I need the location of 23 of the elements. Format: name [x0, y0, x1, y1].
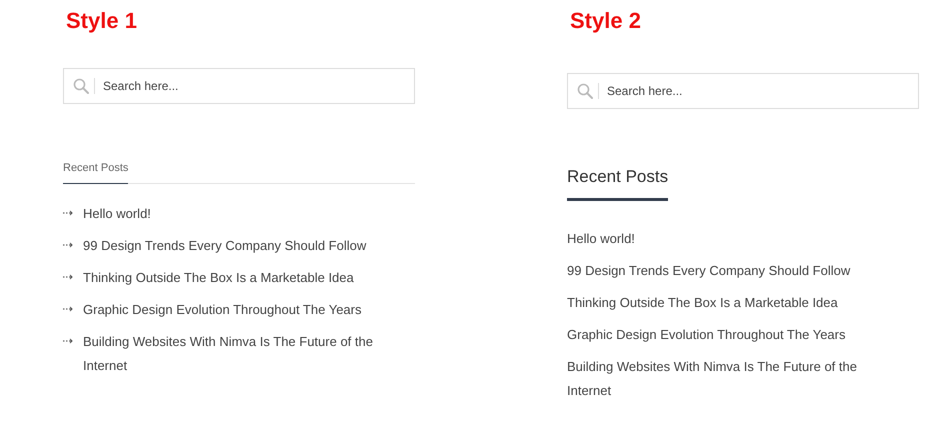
arrow-icon	[63, 210, 73, 216]
arrow-icon	[63, 338, 73, 344]
arrow-icon	[63, 306, 73, 312]
arrow-icon	[63, 274, 73, 280]
section-heading: Recent Posts	[63, 160, 128, 184]
post-link[interactable]: Hello world!	[567, 226, 867, 250]
post-link[interactable]: Graphic Design Evolution Throughout The Years	[567, 322, 867, 346]
style-title: Style 1	[66, 10, 137, 32]
post-link[interactable]: Hello world!	[83, 202, 383, 226]
search-icon	[577, 83, 593, 99]
post-link[interactable]: Building Websites With Nimva Is The Future of the Internet	[567, 354, 867, 402]
style-title: Style 2	[570, 10, 641, 32]
post-link[interactable]: Graphic Design Evolution Throughout The Years	[83, 298, 383, 322]
search-field[interactable]: Search here...	[63, 68, 415, 104]
search-field[interactable]: Search here...	[567, 73, 919, 109]
post-link[interactable]: Thinking Outside The Box Is a Marketable Idea	[83, 266, 383, 290]
post-link[interactable]: Building Websites With Nimva Is The Future of the Internet	[83, 330, 383, 378]
section-heading: Recent Posts	[567, 164, 668, 200]
post-link[interactable]: 99 Design Trends Every Company Should Follow	[567, 258, 867, 282]
arrow-icon	[63, 242, 73, 248]
post-link[interactable]: 99 Design Trends Every Company Should Follow	[83, 234, 383, 258]
search-icon	[73, 78, 89, 94]
post-link[interactable]: Thinking Outside The Box Is a Marketable Idea	[567, 290, 867, 314]
